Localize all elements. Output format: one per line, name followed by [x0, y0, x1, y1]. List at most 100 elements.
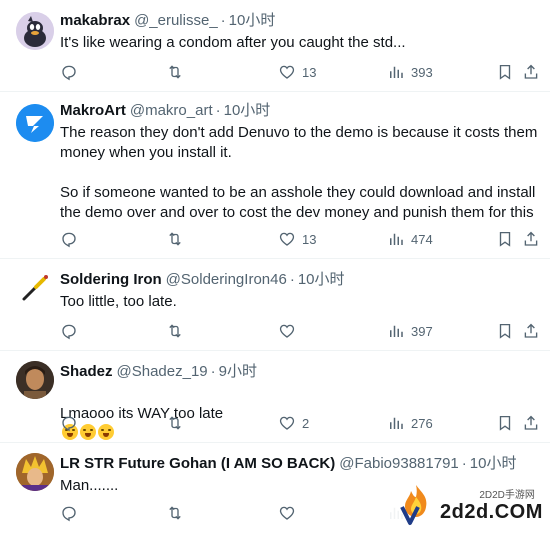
bookmark-icon: [499, 323, 511, 339]
action-bar: 397: [60, 321, 538, 341]
timestamp[interactable]: 10小时: [470, 455, 517, 473]
timestamp[interactable]: 10小时: [229, 12, 276, 30]
bookmark-button[interactable]: [496, 62, 514, 82]
watermark-domain: 2d2d.COM: [440, 500, 543, 523]
retweet-button[interactable]: [166, 229, 184, 249]
display-name[interactable]: Soldering Iron: [60, 271, 162, 289]
views-icon: [390, 325, 403, 337]
watermark-small-text: 2D2D手游网: [479, 489, 535, 501]
display-name[interactable]: Shadez: [60, 363, 113, 381]
view-count: 474: [411, 231, 433, 247]
views-button[interactable]: 393: [387, 62, 433, 82]
separator-dot: ·: [210, 363, 216, 380]
avatar[interactable]: [16, 104, 54, 142]
retweet-icon: [169, 324, 181, 338]
user-handle[interactable]: @SolderingIron46: [166, 271, 287, 289]
like-count: 2: [302, 415, 310, 431]
timestamp[interactable]: 10小时: [224, 102, 271, 120]
action-bar: 13 474: [60, 229, 538, 249]
display-name[interactable]: LR STR Future Gohan (I AM SO BACK): [60, 455, 335, 473]
reply-icon: [62, 232, 76, 248]
views-button[interactable]: 474: [387, 229, 433, 249]
reply-icon: [62, 324, 76, 340]
retweet-button[interactable]: [166, 321, 184, 341]
views-icon: [390, 417, 403, 429]
user-handle[interactable]: @Fabio93881791: [339, 455, 459, 473]
share-icon: [524, 415, 538, 430]
user-handle[interactable]: @makro_art: [130, 102, 213, 120]
share-button[interactable]: [522, 229, 540, 249]
like-count: 13: [302, 231, 317, 247]
heart-icon: [279, 416, 295, 430]
view-count: 397: [411, 323, 433, 339]
retweet-icon: [169, 65, 181, 79]
heart-icon: [279, 506, 295, 520]
tweet-header: Shadez @Shadez_19 · 9小时: [60, 363, 540, 381]
tweet-text: It's like wearing a condom after you cau…: [60, 34, 406, 51]
reply-icon: [62, 65, 76, 81]
heart-icon: [279, 232, 295, 246]
tweet[interactable]: Shadez @Shadez_19 · 9小时 Lmaooo its WAY t…: [0, 351, 550, 443]
action-bar: 13 393: [60, 62, 538, 82]
user-handle[interactable]: @_erulisse_: [134, 12, 218, 30]
avatar[interactable]: [16, 453, 54, 491]
share-icon: [524, 323, 538, 338]
avatar[interactable]: [16, 269, 54, 307]
tweet-header: LR STR Future Gohan (I AM SO BACK) @Fabi…: [60, 455, 540, 473]
share-icon: [524, 64, 538, 79]
user-handle[interactable]: @Shadez_19: [117, 363, 208, 381]
like-button[interactable]: 13: [278, 62, 316, 82]
tweet[interactable]: makabrax @_erulisse_ · 10小时 It's like we…: [0, 0, 550, 92]
views-icon: [390, 233, 403, 245]
bookmark-icon: [499, 415, 511, 431]
separator-dot: ·: [215, 102, 221, 119]
tweet-header: Soldering Iron @SolderingIron46 · 10小时: [60, 271, 540, 289]
display-name[interactable]: MakroArt: [60, 102, 126, 120]
bookmark-button[interactable]: [496, 413, 514, 433]
retweet-icon: [169, 232, 181, 246]
reply-button[interactable]: [60, 229, 78, 249]
action-bar: 2 276: [60, 413, 538, 433]
reply-button[interactable]: [60, 503, 78, 523]
timestamp[interactable]: 10小时: [298, 271, 345, 289]
bookmark-button[interactable]: [496, 229, 514, 249]
tweet[interactable]: MakroArt @makro_art · 10小时 The reason th…: [0, 92, 550, 259]
like-button[interactable]: [278, 321, 302, 341]
tweet[interactable]: Soldering Iron @SolderingIron46 · 10小时 T…: [0, 259, 550, 351]
views-button[interactable]: 276: [387, 413, 433, 433]
tweet-header: MakroArt @makro_art · 10小时: [60, 102, 540, 120]
reply-button[interactable]: [60, 321, 78, 341]
heart-icon: [279, 65, 295, 79]
tweet-header: makabrax @_erulisse_ · 10小时: [60, 12, 540, 30]
display-name[interactable]: makabrax: [60, 12, 130, 30]
share-button[interactable]: [522, 62, 540, 82]
avatar[interactable]: [16, 12, 54, 50]
site-watermark: 2D2D手游网 2d2d.COM: [390, 476, 550, 533]
bookmark-icon: [499, 231, 511, 247]
timestamp[interactable]: 9小时: [219, 363, 257, 381]
retweet-button[interactable]: [166, 62, 184, 82]
flame-logo-icon: [396, 483, 436, 527]
share-button[interactable]: [522, 321, 540, 341]
retweet-button[interactable]: [166, 503, 184, 523]
separator-dot: ·: [220, 12, 226, 29]
separator-dot: ·: [289, 271, 295, 288]
like-count: 13: [302, 64, 317, 80]
reply-button[interactable]: [60, 413, 78, 433]
avatar[interactable]: [16, 361, 54, 399]
view-count: 276: [411, 415, 433, 431]
reply-icon: [62, 416, 76, 432]
share-button[interactable]: [522, 413, 540, 433]
tweet-text: Too little, too late.: [60, 293, 177, 310]
views-button[interactable]: 397: [387, 321, 433, 341]
reply-icon: [62, 506, 76, 522]
like-button[interactable]: 13: [278, 229, 316, 249]
like-button[interactable]: [278, 503, 302, 523]
reply-button[interactable]: [60, 62, 78, 82]
retweet-button[interactable]: [166, 413, 184, 433]
separator-dot: ·: [461, 455, 467, 472]
bookmark-button[interactable]: [496, 321, 514, 341]
bookmark-icon: [499, 64, 511, 80]
heart-icon: [279, 324, 295, 338]
like-button[interactable]: 2: [278, 413, 309, 433]
